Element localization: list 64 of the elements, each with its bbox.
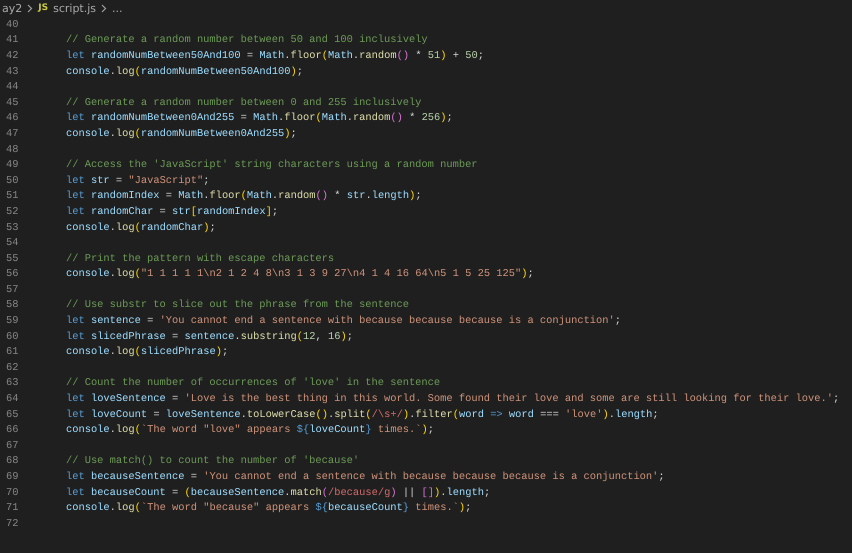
code-line: // Use match() to count the number of 'because' xyxy=(66,455,360,468)
code-line: console.log(randomChar); xyxy=(66,222,216,234)
code-line: // Count the number of occurrences of 'love' in the sentence xyxy=(66,377,440,390)
code-line: // Print the pattern with escape characters xyxy=(66,252,334,265)
code-line: // Generate a random number between 0 and 255 inclusively xyxy=(66,96,422,109)
line-number: 71 xyxy=(5,502,20,514)
line-number: 53 xyxy=(5,222,20,234)
line-number: 40 xyxy=(5,18,20,31)
js-file-icon: JS xyxy=(38,3,48,13)
code-line: console.log(slicedPhrase); xyxy=(66,346,228,358)
line-number: 56 xyxy=(5,268,20,280)
code-line: console.log(randomNumBetween50And100); xyxy=(66,66,304,78)
line-number: 51 xyxy=(5,190,20,202)
line-number: 69 xyxy=(5,471,20,484)
code-line: let sentence = 'You cannot end a sentence with because because because is a conjunction'; xyxy=(66,315,621,328)
line-number: 47 xyxy=(5,128,20,140)
code-line: // Access the 'JavaScript' string characters using a random number xyxy=(66,159,478,172)
code-line: let loveCount = loveSentence.toLowerCase().split(/\s+/).filter(word => word === 'love').length; xyxy=(66,408,659,421)
line-number: 42 xyxy=(5,50,20,62)
code-line: let becauseCount = (becauseSentence.match(/because/g) || []).length; xyxy=(66,486,490,499)
code-line: console.log(`The word "love" appears ${loveCount} times.`); xyxy=(66,424,434,436)
line-number: 65 xyxy=(5,408,20,421)
code-line: let randomNumBetween0And255 = Math.floor(Math.random() * 256); xyxy=(66,112,453,124)
code-line: console.log(`The word "because" appears ${becauseCount} times.`); xyxy=(66,502,472,514)
line-number: 43 xyxy=(5,66,20,78)
line-number: 60 xyxy=(5,330,20,343)
line-number: 59 xyxy=(5,315,20,328)
line-number: 70 xyxy=(5,486,20,499)
line-number: 44 xyxy=(5,81,20,94)
code-line: let randomNumBetween50And100 = Math.floor(Math.random() * 51) + 50; xyxy=(66,50,484,62)
line-number: 41 xyxy=(5,34,20,46)
code-line: let loveSentence = 'Love is the best thing in this world. Some found their love and some are still looking for their love.'; xyxy=(66,393,840,406)
line-number: 72 xyxy=(5,518,20,530)
line-number: 68 xyxy=(5,455,20,468)
line-number: 67 xyxy=(5,440,20,452)
line-number: 45 xyxy=(5,96,20,109)
chevron-right-icon xyxy=(27,4,34,12)
line-number: 57 xyxy=(5,284,20,296)
line-number: 52 xyxy=(5,206,20,218)
code-line: console.log("1 1 1 1 1\n2 1 2 4 8\n3 1 3 9 27\n4 1 4 16 64\n5 1 5 25 125"); xyxy=(66,268,534,280)
code-line: let slicedPhrase = sentence.substring(12, 16); xyxy=(66,330,353,343)
line-number: 62 xyxy=(5,362,20,374)
code-line: let becauseSentence = 'You cannot end a sentence with because because because is a conjunction'; xyxy=(66,471,665,484)
line-number: 63 xyxy=(5,377,20,390)
line-number: 54 xyxy=(5,237,20,250)
code-line: let randomIndex = Math.floor(Math.random() * str.length); xyxy=(66,190,422,202)
line-number: 49 xyxy=(5,159,20,172)
line-number: 48 xyxy=(5,144,20,156)
line-number: 58 xyxy=(5,299,20,312)
code-line: console.log(randomNumBetween0And255); xyxy=(66,128,297,140)
code-line: let randomChar = str[randomIndex]; xyxy=(66,206,278,218)
line-number: 50 xyxy=(5,174,20,187)
line-number: 46 xyxy=(5,112,20,124)
breadcrumb-folder[interactable]: ay2 xyxy=(2,2,22,14)
code-line: // Use substr to slice out the phrase from the sentence xyxy=(66,299,409,312)
chevron-right-icon xyxy=(101,4,108,12)
code-line: // Generate a random number between 50 and 100 inclusively xyxy=(66,34,428,46)
breadcrumb-more[interactable]: ... xyxy=(112,2,123,14)
line-number: 66 xyxy=(5,424,20,436)
breadcrumb-file[interactable]: script.js xyxy=(53,2,96,14)
line-number: 64 xyxy=(5,393,20,406)
line-number: 55 xyxy=(5,252,20,265)
code-line: let str = "JavaScript"; xyxy=(66,174,210,187)
line-number: 61 xyxy=(5,346,20,358)
